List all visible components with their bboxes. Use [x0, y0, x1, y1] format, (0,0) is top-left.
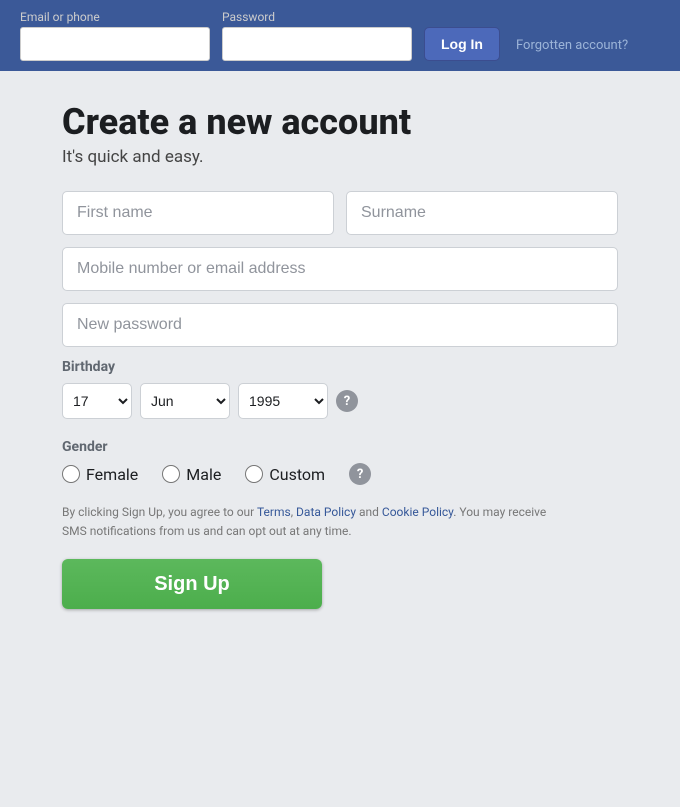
email-label: Email or phone	[20, 10, 210, 24]
data-policy-link[interactable]: Data Policy	[296, 505, 356, 519]
terms-text-1: By clicking Sign Up, you agree to our	[62, 505, 257, 519]
top-nav: Email or phone Password Log In Forgotten…	[0, 0, 680, 71]
name-row	[62, 191, 618, 235]
first-name-input[interactable]	[62, 191, 334, 235]
signup-form: Birthday 17 Jan Feb Mar Apr May Jun Jul …	[62, 191, 618, 609]
gender-male-radio[interactable]	[162, 465, 180, 483]
birthday-day-select[interactable]: 17	[62, 383, 132, 419]
terms-text-2: and	[356, 505, 382, 519]
gender-label: Gender	[62, 439, 618, 455]
password-field-group: Password	[222, 10, 412, 61]
email-input[interactable]	[20, 27, 210, 61]
page-subtitle: It's quick and easy.	[62, 147, 618, 167]
email-field-group: Email or phone	[20, 10, 210, 61]
terms-link[interactable]: Terms	[257, 505, 291, 519]
gender-help-icon[interactable]: ?	[349, 463, 371, 485]
birthday-row: 17 Jan Feb Mar Apr May Jun Jul Aug Sep O…	[62, 383, 618, 419]
mobile-email-input[interactable]	[62, 247, 618, 291]
login-button[interactable]: Log In	[424, 27, 500, 61]
birthday-year-select[interactable]: 1995	[238, 383, 328, 419]
cookie-policy-link[interactable]: Cookie Policy	[382, 505, 453, 519]
birthday-month-select[interactable]: Jan Feb Mar Apr May Jun Jul Aug Sep Oct …	[140, 383, 230, 419]
birthday-label: Birthday	[62, 359, 618, 375]
gender-custom-label: Custom	[269, 465, 325, 484]
gender-female-label: Female	[86, 465, 138, 484]
terms-text: By clicking Sign Up, you agree to our Te…	[62, 503, 552, 541]
password-input[interactable]	[222, 27, 412, 61]
gender-custom-option[interactable]: Custom	[245, 465, 325, 484]
page-title: Create a new account	[62, 101, 618, 143]
forgotten-link[interactable]: Forgotten account?	[516, 38, 628, 53]
gender-options: Female Male Custom ?	[62, 463, 618, 485]
signup-button[interactable]: Sign Up	[62, 559, 322, 609]
gender-custom-radio[interactable]	[245, 465, 263, 483]
gender-female-radio[interactable]	[62, 465, 80, 483]
password-label: Password	[222, 10, 412, 24]
birthday-section: Birthday 17 Jan Feb Mar Apr May Jun Jul …	[62, 359, 618, 419]
main-content: Create a new account It's quick and easy…	[0, 71, 680, 649]
gender-male-label: Male	[186, 465, 221, 484]
gender-male-option[interactable]: Male	[162, 465, 221, 484]
gender-section: Gender Female Male Custom ?	[62, 439, 618, 485]
birthday-help-icon[interactable]: ?	[336, 390, 358, 412]
gender-female-option[interactable]: Female	[62, 465, 138, 484]
surname-input[interactable]	[346, 191, 618, 235]
new-password-input[interactable]	[62, 303, 618, 347]
